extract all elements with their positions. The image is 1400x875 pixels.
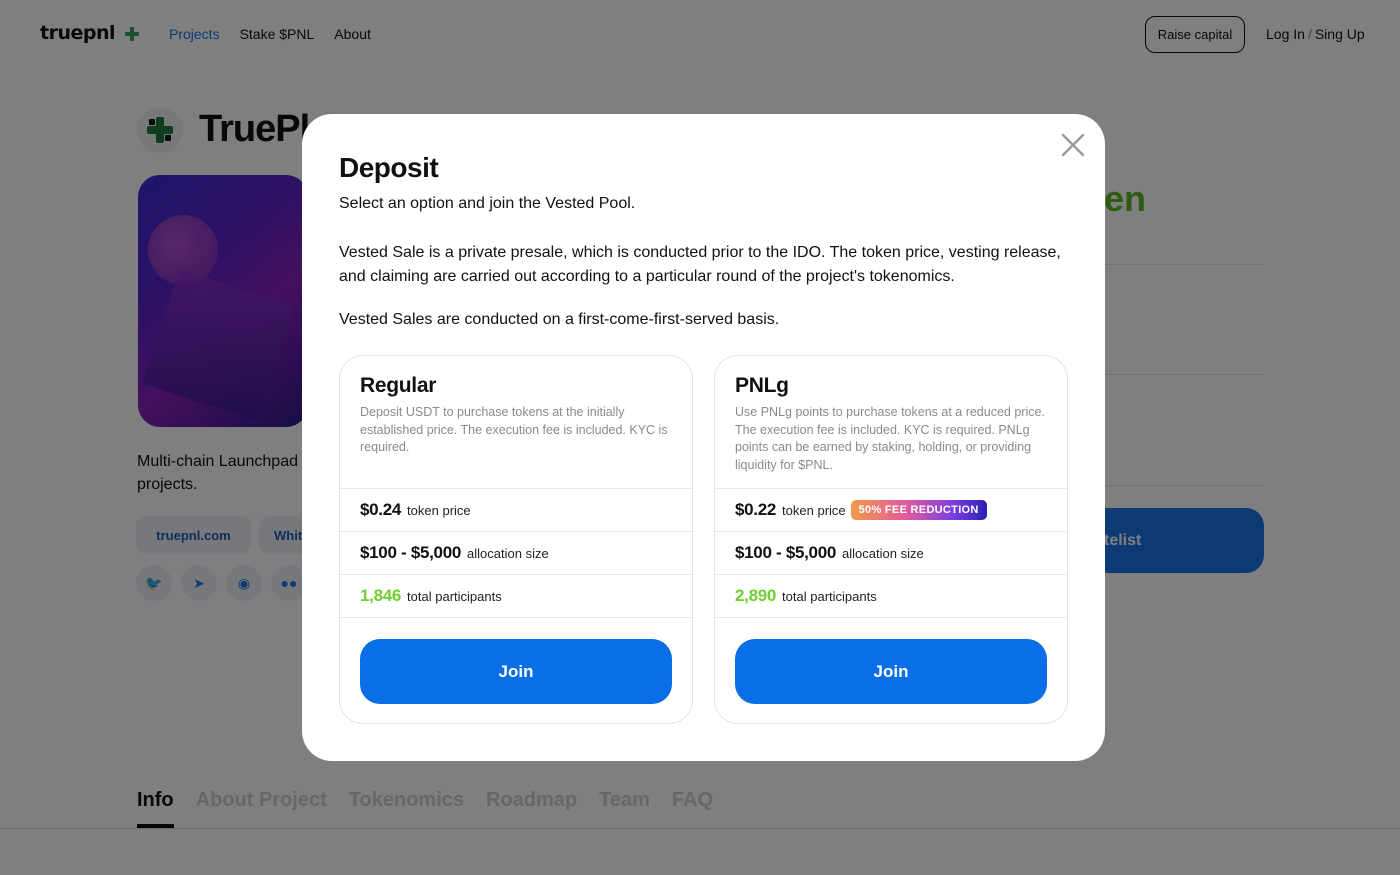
participants-label: total participants [782, 588, 877, 604]
join-regular-button[interactable]: Join [360, 639, 672, 704]
token-price-label: token price [782, 502, 846, 518]
card-title: Regular [360, 374, 437, 397]
allocation-value: $100 - $5,000 [360, 543, 462, 562]
allocation-row: $100 - $5,000 allocation size [715, 531, 1067, 574]
participants-label: total participants [407, 588, 502, 604]
card-header: Regular Deposit USDT to purchase tokens … [340, 356, 692, 488]
option-card-pnlg: PNLg Use PNLg points to purchase tokens … [714, 355, 1068, 724]
token-price-row: $0.22 token price 50% FEE REDUCTION [715, 488, 1067, 531]
modal-title: Deposit [339, 152, 439, 183]
participants-value: 1,846 [360, 586, 402, 605]
token-price-label: token price [407, 502, 471, 518]
allocation-value: $100 - $5,000 [735, 543, 837, 562]
token-price-row: $0.24 token price [340, 488, 692, 531]
join-pnlg-button[interactable]: Join [735, 639, 1047, 704]
allocation-row: $100 - $5,000 allocation size [340, 531, 692, 574]
card-header: PNLg Use PNLg points to purchase tokens … [715, 356, 1067, 488]
option-card-regular: Regular Deposit USDT to purchase tokens … [339, 355, 693, 724]
card-footer: Join [715, 617, 1067, 723]
card-title: PNLg [735, 374, 789, 397]
fee-reduction-badge: 50% FEE REDUCTION [850, 500, 987, 520]
close-icon[interactable] [1059, 131, 1087, 159]
participants-row: 1,846 total participants [340, 574, 692, 617]
token-price-value: $0.22 [735, 500, 777, 519]
modal-subtitle: Select an option and join the Vested Poo… [339, 195, 636, 212]
modal-description: Vested Sale is a private presale, which … [339, 244, 1061, 285]
card-description: Deposit USDT to purchase tokens at the i… [360, 405, 668, 454]
allocation-label: allocation size [467, 545, 549, 561]
modal-note: Vested Sales are conducted on a first-co… [339, 311, 780, 328]
allocation-label: allocation size [842, 545, 924, 561]
token-price-value: $0.24 [360, 500, 402, 519]
deposit-modal: Deposit Select an option and join the Ve… [302, 114, 1105, 761]
participants-value: 2,890 [735, 586, 777, 605]
card-description: Use PNLg points to purchase tokens at a … [735, 405, 1045, 472]
participants-row: 2,890 total participants [715, 574, 1067, 617]
card-footer: Join [340, 617, 692, 723]
